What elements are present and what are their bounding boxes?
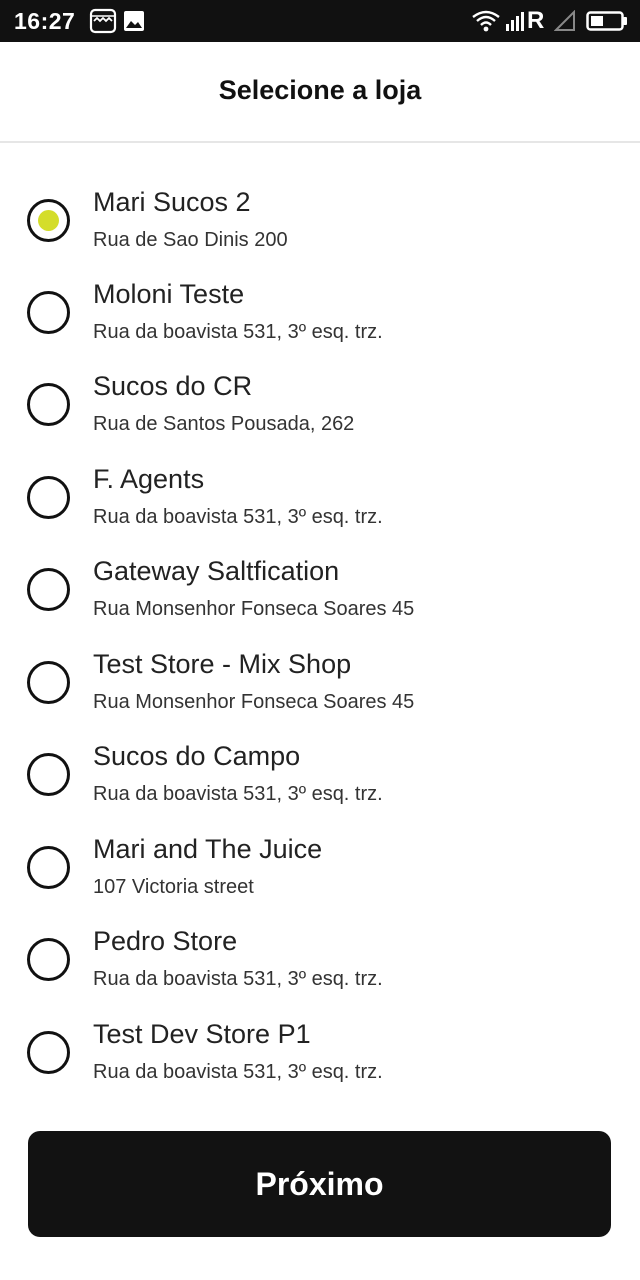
radio-button[interactable] [27,476,70,519]
store-name: Test Dev Store P1 [93,1019,311,1049]
store-item[interactable]: Sucos do CR Rua de Santos Pousada, 262 [0,371,640,463]
radio-button[interactable] [27,568,70,611]
status-time: 16:27 [14,8,76,34]
store-name: F. Agents [93,464,205,494]
signal-icon [505,0,527,42]
radio-button[interactable] [27,753,70,796]
app-bar: Selecione a loja [0,42,640,143]
store-address: Rua da boavista 531, 3º esq. trz. [93,506,383,528]
wifi-icon [471,0,501,42]
store-name: Test Store - Mix Shop [93,649,352,679]
signal-empty-icon [554,0,576,42]
store-item[interactable]: Gateway Saltfication Rua Monsenhor Fonse… [0,556,640,648]
store-name: Sucos do CR [93,371,253,401]
store-address: Rua da boavista 531, 3º esq. trz. [93,968,383,990]
page-title: Selecione a loja [218,75,422,105]
store-address: 107 Victoria street [93,876,254,898]
store-name: Moloni Teste [93,279,245,309]
radio-selected-dot [38,210,59,231]
radio-button[interactable] [27,383,70,426]
radio-button[interactable] [27,661,70,704]
store-item[interactable]: F. Agents Rua da boavista 531, 3º esq. t… [0,464,640,556]
store-item[interactable]: Mari Sucos 2 Rua de Sao Dinis 200 [0,187,640,279]
notification-icon [89,0,117,42]
store-address: Rua de Santos Pousada, 262 [93,413,355,435]
radio-button[interactable] [27,291,70,334]
store-name: Gateway Saltfication [93,556,340,586]
store-address: Rua da boavista 531, 3º esq. trz. [93,321,383,343]
next-button-label: Próximo [255,1165,384,1202]
store-name: Mari and The Juice [93,834,323,864]
store-address: Rua de Sao Dinis 200 [93,229,288,251]
store-name: Sucos do Campo [93,741,301,771]
store-item[interactable]: Test Dev Store P1 Rua da boavista 531, 3… [0,1019,640,1111]
radio-button[interactable] [27,938,70,981]
store-item[interactable]: Test Store - Mix Shop Rua Monsenhor Fons… [0,649,640,741]
status-bar: 16:27 R [0,0,640,42]
store-name: Mari Sucos 2 [93,187,251,217]
store-address: Rua da boavista 531, 3º esq. trz. [93,1061,383,1083]
radio-button[interactable] [27,846,70,889]
store-item[interactable]: Sucos do Campo Rua da boavista 531, 3º e… [0,741,640,833]
next-button[interactable]: Próximo [28,1131,611,1237]
store-item[interactable]: Pedro Store Rua da boavista 531, 3º esq.… [0,926,640,1018]
radio-button[interactable] [27,1031,70,1074]
store-name: Pedro Store [93,926,238,956]
store-address: Rua da boavista 531, 3º esq. trz. [93,783,383,805]
store-item[interactable]: Mari and The Juice 107 Victoria street [0,834,640,926]
radio-button[interactable] [27,199,70,242]
battery-icon [586,0,628,42]
store-address: Rua Monsenhor Fonseca Soares 45 [93,691,415,713]
store-address: Rua Monsenhor Fonseca Soares 45 [93,598,415,620]
store-item[interactable]: Moloni Teste Rua da boavista 531, 3º esq… [0,279,640,371]
roaming-icon: R [527,7,545,34]
image-icon [123,0,145,42]
